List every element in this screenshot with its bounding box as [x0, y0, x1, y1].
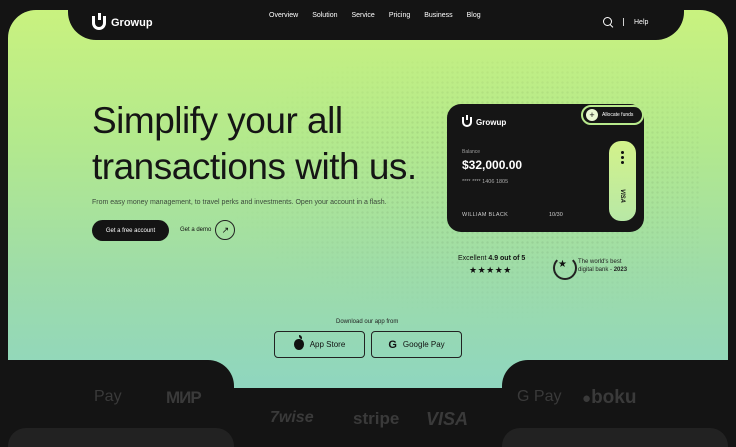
apple-icon — [293, 335, 304, 350]
card-logo-icon — [462, 115, 472, 127]
nav-overview[interactable]: Overview — [269, 12, 298, 19]
nav-solution[interactable]: Solution — [312, 12, 337, 19]
stripe-logo: stripe — [353, 409, 400, 428]
balance-label: Balance — [462, 149, 481, 155]
card-expiry: 10/30 — [549, 212, 563, 218]
nav-business[interactable]: Business — [424, 12, 452, 19]
laurel-icon: ★ — [552, 255, 577, 280]
hero-subtext: From easy money management, to travel pe… — [92, 199, 387, 206]
rating-stars: ★★★★★ — [469, 265, 512, 275]
rating-text: Excellent 4.9 out of 5 — [458, 255, 525, 262]
download-label: Download our app from — [336, 319, 399, 325]
visa-logo: VISA — [426, 409, 469, 429]
help-link[interactable]: Help — [634, 19, 648, 26]
card-network-logo: VISA — [619, 188, 626, 204]
allocate-label: Allocate funds — [602, 112, 634, 118]
brand-logo[interactable]: Growup — [92, 13, 153, 30]
hero-headline: Simplify your all transactions with us. — [92, 98, 417, 190]
plus-icon: + — [586, 109, 598, 121]
demo-label: Get a demo — [180, 227, 212, 233]
rating-score: 4.9 out of 5 — [488, 255, 526, 262]
brand-name: Growup — [111, 17, 153, 29]
headline-line-2: transactions with us. — [92, 146, 417, 187]
balance-value: $32,000.00 — [462, 158, 523, 172]
nav-pricing[interactable]: Pricing — [389, 12, 410, 19]
app-store-label: App Store — [309, 340, 346, 349]
card-brand-name: Growup — [476, 117, 507, 127]
nav-blog[interactable]: Blog — [467, 12, 481, 19]
get-free-account-button[interactable]: Get a free account — [92, 220, 169, 241]
footer-card-right — [502, 428, 728, 447]
apple-pay-logo: Pay — [94, 388, 122, 405]
award-line-2: digital bank - 2023 — [578, 267, 628, 273]
award-line-1: The world's best — [578, 259, 622, 265]
card-number: **** **** 1406 1805 — [462, 179, 509, 185]
nav-actions: Help — [603, 17, 648, 27]
more-options-icon[interactable] — [621, 151, 624, 164]
logo-icon — [92, 13, 106, 30]
nav-divider — [623, 18, 624, 26]
arrow-up-right-icon[interactable]: ↗ — [215, 220, 236, 240]
card-side-strip: VISA — [609, 141, 636, 221]
google-pay-logo: G Pay — [517, 388, 562, 405]
footer-card-left — [8, 428, 234, 447]
rating-prefix: Excellent — [458, 255, 487, 262]
search-icon[interactable] — [603, 17, 613, 27]
card-brand: Growup — [462, 115, 507, 127]
boku-logo: ●boku — [582, 387, 637, 408]
google-play-label: Google Pay — [402, 340, 445, 349]
main-nav: Overview Solution Service Pricing Busine… — [269, 12, 495, 19]
card-holder: WILLIAM BLACK — [462, 212, 509, 218]
google-play-button[interactable]: G Google Pay — [371, 331, 462, 358]
award-text: The world's best digital bank - 2023 — [578, 258, 627, 274]
allocate-funds-button[interactable]: + Allocate funds — [581, 105, 644, 125]
nav-service[interactable]: Service — [351, 12, 374, 19]
mir-logo: МИР — [166, 388, 202, 407]
app-store-button[interactable]: App Store — [274, 331, 365, 358]
google-icon: G — [388, 338, 397, 351]
headline-line-1: Simplify your all — [92, 100, 343, 141]
wise-logo: 7wise — [270, 409, 314, 426]
award-badge: ★ The world's best digital bank - 2023 — [552, 255, 627, 280]
get-demo-link[interactable]: Get a demo ↗ — [180, 220, 236, 240]
